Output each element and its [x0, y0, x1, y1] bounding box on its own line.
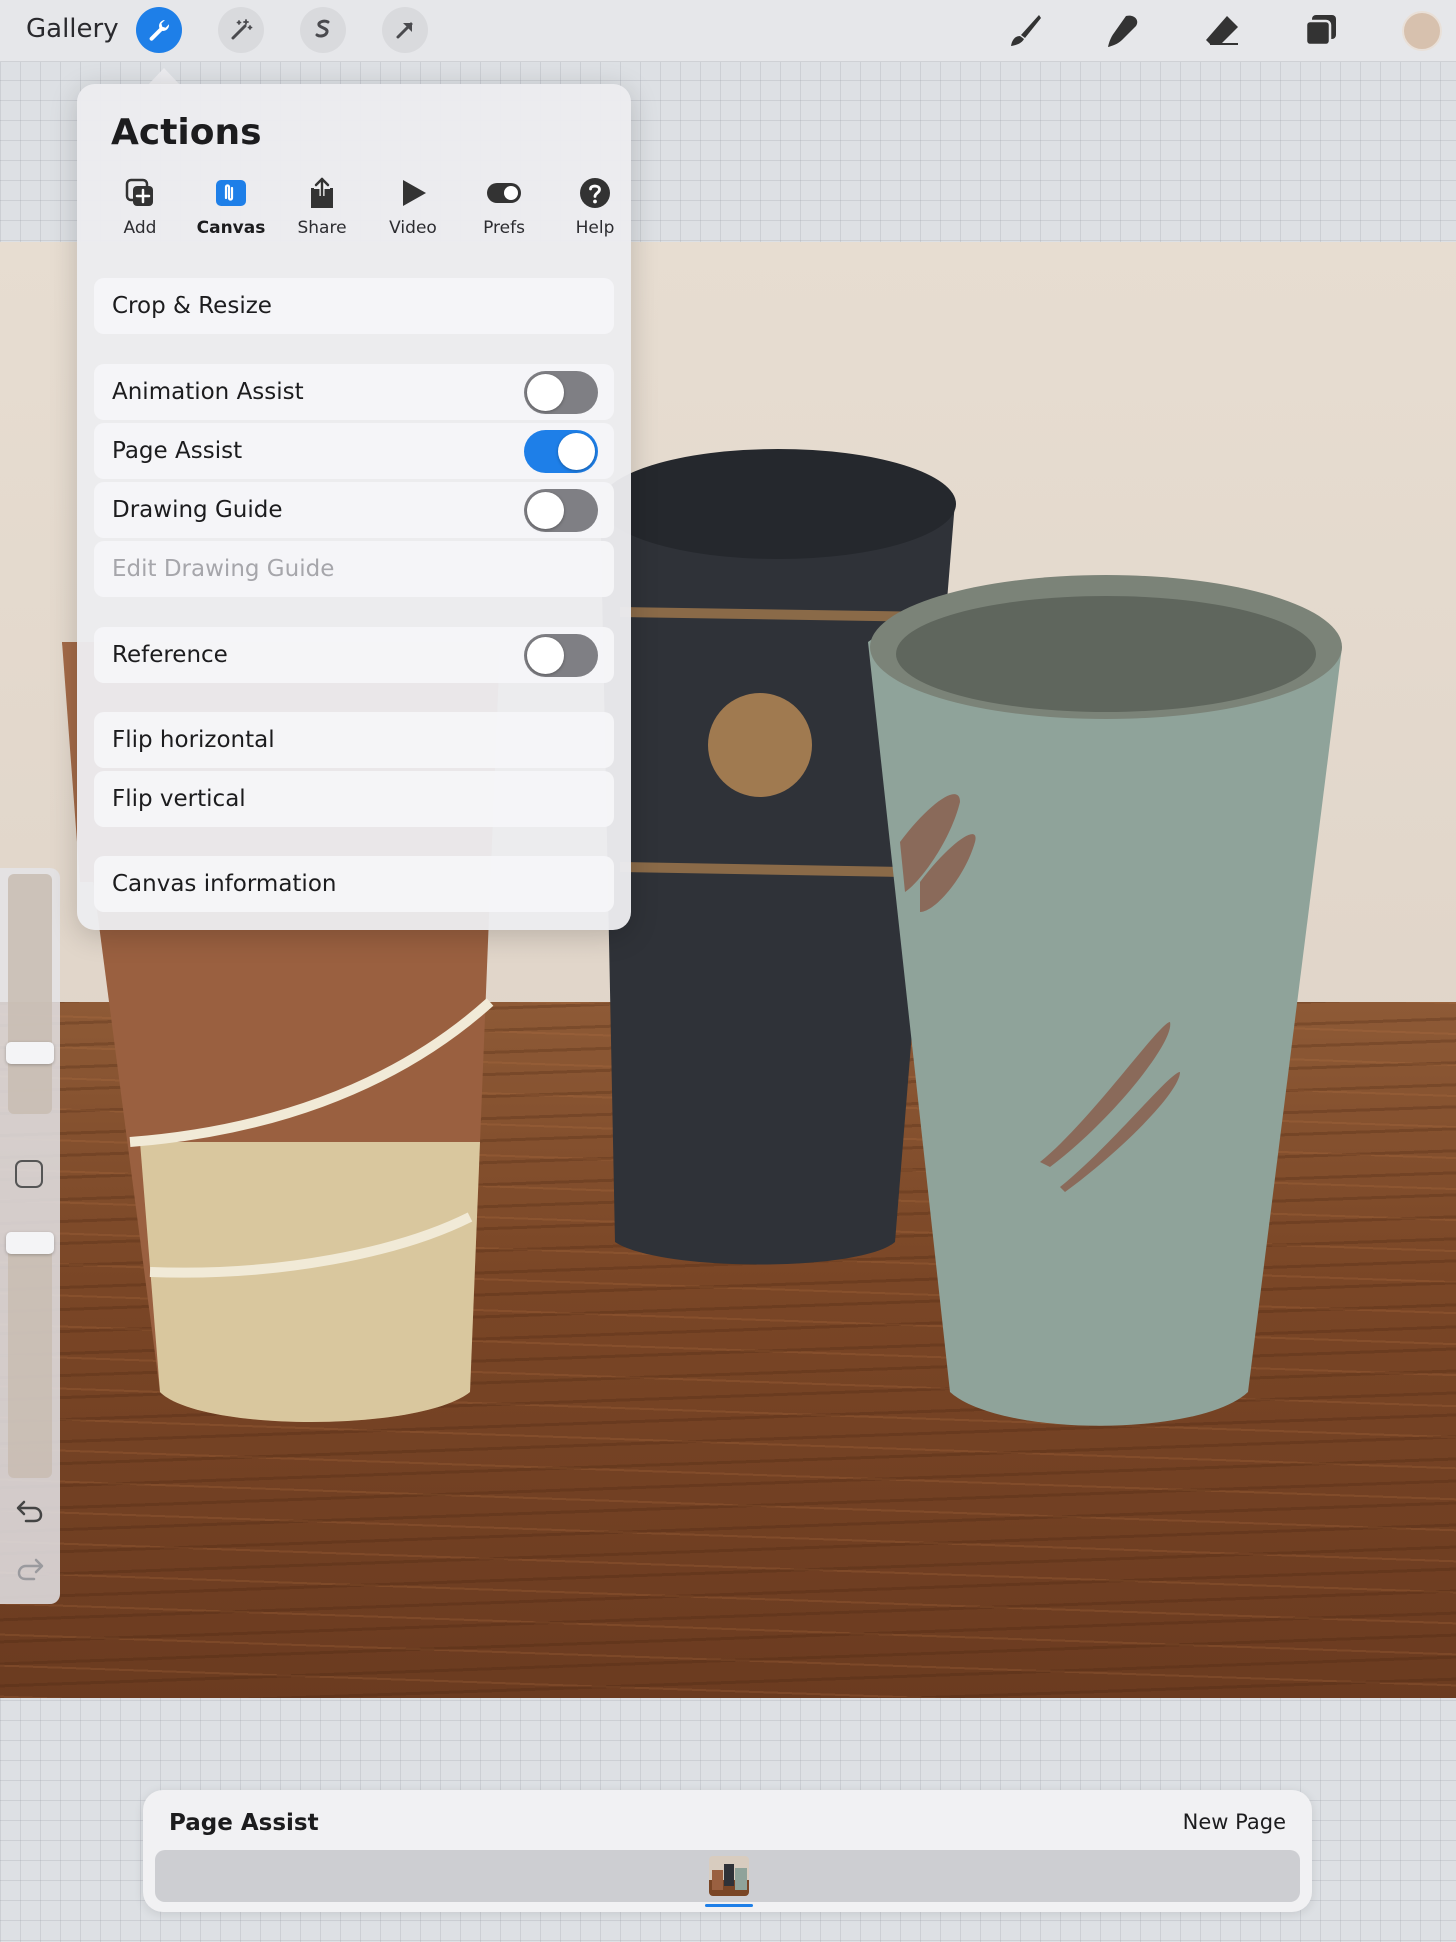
crop-resize-item[interactable]: Crop & Resize	[94, 278, 614, 334]
modify-button[interactable]	[15, 1160, 43, 1188]
tab-share[interactable]: Share	[277, 176, 367, 246]
animation-assist-item: Animation Assist	[94, 364, 614, 420]
eraser-icon	[1206, 16, 1238, 45]
wrench-icon	[149, 20, 170, 41]
actions-button[interactable]	[136, 7, 182, 53]
help-icon	[580, 178, 610, 208]
tab-prefs[interactable]: Prefs	[459, 176, 549, 246]
left-sidebar	[0, 868, 60, 1604]
opacity-slider[interactable]	[8, 1232, 52, 1478]
opacity-thumb[interactable]	[6, 1232, 54, 1254]
top-toolbar: Gallery	[0, 0, 1456, 62]
actions-popover: Actions Add Canvas Share Video Prefs Hel…	[77, 84, 631, 930]
tab-video[interactable]: Video	[368, 176, 458, 246]
page-assist-bar: Page Assist New Page	[143, 1790, 1312, 1912]
arrow-cursor-icon	[396, 22, 413, 39]
popover-arrow	[148, 68, 180, 85]
redo-icon[interactable]	[14, 1552, 46, 1584]
flip-horizontal-item[interactable]: Flip horizontal	[94, 712, 614, 768]
toggle-icon	[487, 183, 521, 203]
canvas-icon	[216, 180, 246, 206]
eraser-button[interactable]	[1201, 10, 1243, 52]
flip-vertical-item[interactable]: Flip vertical	[94, 771, 614, 827]
new-page-button[interactable]: New Page	[1183, 1810, 1286, 1834]
brush-size-thumb[interactable]	[6, 1042, 54, 1064]
actions-title: Actions	[111, 112, 262, 153]
add-copy-icon	[125, 178, 153, 206]
smudge-icon	[1108, 15, 1138, 47]
brush-icon	[1011, 15, 1041, 46]
page-assist-title: Page Assist	[169, 1810, 319, 1836]
share-icon	[311, 177, 333, 208]
page-assist-item: Page Assist	[94, 423, 614, 479]
paint-brush-button[interactable]	[1003, 10, 1045, 52]
tab-canvas[interactable]: Canvas	[186, 176, 276, 246]
gallery-button[interactable]: Gallery	[26, 14, 119, 44]
layers-icon	[1304, 15, 1336, 47]
animation-assist-toggle[interactable]	[524, 371, 598, 414]
page-assist-toggle[interactable]	[524, 430, 598, 473]
adjustments-button[interactable]	[218, 7, 264, 53]
selection-s-icon	[315, 19, 330, 38]
transform-button[interactable]	[382, 7, 428, 53]
tab-help[interactable]: Help	[550, 176, 640, 246]
drawing-guide-toggle[interactable]	[524, 489, 598, 532]
brush-size-slider[interactable]	[8, 874, 52, 1114]
layers-button[interactable]	[1300, 10, 1342, 52]
smudge-button[interactable]	[1102, 10, 1144, 52]
magic-wand-icon	[231, 19, 253, 40]
edit-drawing-guide-item: Edit Drawing Guide	[94, 541, 614, 597]
play-icon	[403, 180, 426, 206]
canvas-information-item[interactable]: Canvas information	[94, 856, 614, 912]
tab-add[interactable]: Add	[95, 176, 185, 246]
undo-icon[interactable]	[14, 1494, 46, 1526]
selection-button[interactable]	[300, 7, 346, 53]
selected-page-indicator	[705, 1904, 753, 1907]
reference-item: Reference	[94, 627, 614, 683]
page-thumbnail[interactable]	[709, 1856, 749, 1896]
drawing-guide-item: Drawing Guide	[94, 482, 614, 538]
reference-toggle[interactable]	[524, 634, 598, 677]
color-swatch[interactable]	[1402, 11, 1442, 51]
